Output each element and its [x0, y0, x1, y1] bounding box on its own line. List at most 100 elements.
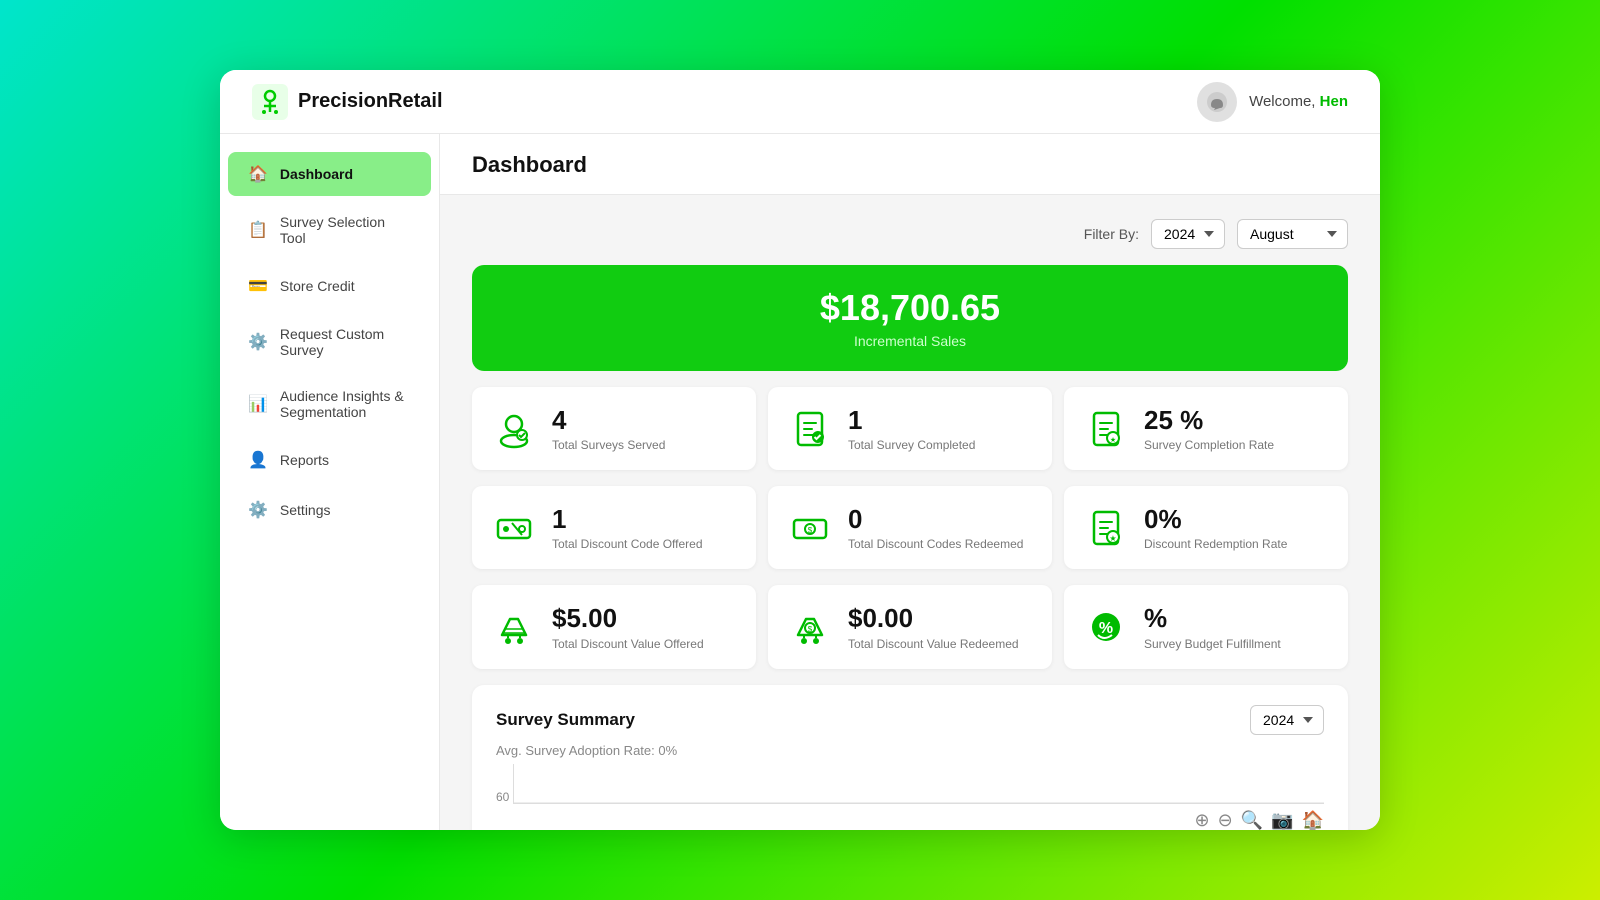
- content-area: Filter By: 2024 2023 2025 August January…: [440, 195, 1380, 830]
- chart-search-icon[interactable]: 🔍: [1241, 810, 1263, 830]
- stat-value-discount-code-offered: 1: [552, 504, 703, 535]
- sidebar-label-audience-insights: Audience Insights & Segmentation: [280, 388, 411, 420]
- chart-zoom-out-icon[interactable]: ⊖: [1218, 810, 1233, 830]
- header: PrecisionRetail Welcome, Hen: [220, 70, 1380, 134]
- stat-card-survey-completion-rate: ★ 25 % Survey Completion Rate: [1064, 387, 1348, 470]
- sidebar-item-dashboard[interactable]: 🏠 Dashboard: [228, 152, 431, 196]
- survey-summary-year-select[interactable]: 2024 2023 2025: [1250, 705, 1324, 735]
- stat-info-completion-rate: 25 % Survey Completion Rate: [1144, 405, 1274, 452]
- survey-summary-title: Survey Summary: [496, 710, 635, 730]
- stat-desc-discount-redemption-rate: Discount Redemption Rate: [1144, 537, 1287, 551]
- page-title: Dashboard: [472, 152, 1348, 194]
- svg-text:$: $: [808, 526, 813, 535]
- summary-header: Survey Summary 2024 2023 2025: [496, 705, 1324, 735]
- sidebar-label-request-custom-survey: Request Custom Survey: [280, 326, 411, 358]
- sidebar-label-survey-selection-tool: Survey Selection Tool: [280, 214, 411, 246]
- budget-fulfillment-icon: %: [1084, 605, 1128, 649]
- stats-grid-row1: 4 Total Surveys Served: [472, 387, 1348, 470]
- stat-desc-completion-rate: Survey Completion Rate: [1144, 438, 1274, 452]
- sidebar-item-request-custom-survey[interactable]: ⚙️ Request Custom Survey: [228, 314, 431, 370]
- stats-grid-row3: $5.00 Total Discount Value Offered: [472, 585, 1348, 668]
- body: 🏠 Dashboard 📋 Survey Selection Tool 💳 St…: [220, 134, 1380, 830]
- stat-info-discount-codes-redeemed: 0 Total Discount Codes Redeemed: [848, 504, 1023, 551]
- app-container: PrecisionRetail Welcome, Hen 🏠 Dashboard: [220, 70, 1380, 830]
- year-filter-select[interactable]: 2024 2023 2025: [1151, 219, 1225, 249]
- main-content: Dashboard Filter By: 2024 2023 2025 Augu…: [440, 134, 1380, 830]
- header-right: Welcome, Hen: [1197, 82, 1348, 122]
- stat-info-budget-fulfillment: % Survey Budget Fulfillment: [1144, 603, 1281, 650]
- stat-card-survey-budget-fulfillment: % % Survey Budget Fulfillment: [1064, 585, 1348, 668]
- stat-card-discount-codes-redeemed: $ 0 Total Discount Codes Redeemed: [768, 486, 1052, 569]
- chart-zoom-in-icon[interactable]: ⊕: [1195, 810, 1210, 830]
- stat-desc-discount-value-redeemed: Total Discount Value Redeemed: [848, 637, 1019, 651]
- welcome-text: Welcome, Hen: [1249, 93, 1348, 110]
- discount-value-offered-icon: [492, 605, 536, 649]
- stat-card-total-survey-completed: 1 Total Survey Completed: [768, 387, 1052, 470]
- chart-home-icon[interactable]: 🏠: [1302, 810, 1324, 830]
- stat-value-discount-value-redeemed: $0.00: [848, 603, 1019, 634]
- stat-desc-surveys-served: Total Surveys Served: [552, 438, 665, 452]
- custom-survey-icon: ⚙️: [248, 332, 268, 352]
- audience-icon: 📊: [248, 394, 268, 414]
- stat-desc-discount-codes-redeemed: Total Discount Codes Redeemed: [848, 537, 1023, 551]
- stats-grid-row2: 1 Total Discount Code Offered $: [472, 486, 1348, 569]
- sidebar-label-store-credit: Store Credit: [280, 278, 355, 294]
- stat-value-survey-completed: 1: [848, 405, 975, 436]
- discount-codes-redeemed-icon: $: [788, 506, 832, 550]
- stat-desc-discount-code-offered: Total Discount Code Offered: [552, 537, 703, 551]
- hero-card: $18,700.65 Incremental Sales: [472, 265, 1348, 371]
- stat-card-discount-code-offered: 1 Total Discount Code Offered: [472, 486, 756, 569]
- stat-desc-survey-completed: Total Survey Completed: [848, 438, 975, 452]
- user-avatar[interactable]: [1197, 82, 1237, 122]
- sidebar-item-settings[interactable]: ⚙️ Settings: [228, 488, 431, 532]
- month-filter-select[interactable]: August January February March April May …: [1237, 219, 1348, 249]
- sidebar: 🏠 Dashboard 📋 Survey Selection Tool 💳 St…: [220, 134, 440, 830]
- stat-card-total-surveys-served: 4 Total Surveys Served: [472, 387, 756, 470]
- stat-info-surveys-served: 4 Total Surveys Served: [552, 405, 665, 452]
- stat-info-discount-code-offered: 1 Total Discount Code Offered: [552, 504, 703, 551]
- welcome-prefix: Welcome,: [1249, 93, 1315, 110]
- stat-desc-budget-fulfillment: Survey Budget Fulfillment: [1144, 637, 1281, 651]
- svg-text:$: $: [808, 625, 813, 634]
- stat-value-completion-rate: 25 %: [1144, 405, 1274, 436]
- survey-tool-icon: 📋: [248, 220, 268, 240]
- completion-rate-icon: ★: [1084, 407, 1128, 451]
- stat-card-discount-value-redeemed: $ $0.00 Total Discount Value Redeemed: [768, 585, 1052, 668]
- stat-value-discount-redemption-rate: 0%: [1144, 504, 1287, 535]
- stat-value-discount-value-offered: $5.00: [552, 603, 704, 634]
- chart-y-label: 60: [496, 790, 509, 804]
- hero-label: Incremental Sales: [494, 333, 1326, 349]
- filter-bar: Filter By: 2024 2023 2025 August January…: [472, 219, 1348, 249]
- stat-card-discount-redemption-rate: ★ 0% Discount Redemption Rate: [1064, 486, 1348, 569]
- sidebar-label-settings: Settings: [280, 502, 331, 518]
- welcome-user: Hen: [1320, 93, 1348, 110]
- stat-value-discount-codes-redeemed: 0: [848, 504, 1023, 535]
- logo-icon: [252, 84, 288, 120]
- page-header: Dashboard: [440, 134, 1380, 195]
- logo-area: PrecisionRetail: [252, 84, 443, 120]
- svg-text:★: ★: [1110, 436, 1116, 444]
- stat-info-discount-value-redeemed: $0.00 Total Discount Value Redeemed: [848, 603, 1019, 650]
- stat-info-discount-value-offered: $5.00 Total Discount Value Offered: [552, 603, 704, 650]
- sidebar-label-dashboard: Dashboard: [280, 166, 353, 182]
- filter-by-label: Filter By:: [1084, 226, 1139, 242]
- sidebar-item-store-credit[interactable]: 💳 Store Credit: [228, 264, 431, 308]
- survey-summary-card: Survey Summary 2024 2023 2025 Avg. Surve…: [472, 685, 1348, 830]
- chart-camera-icon[interactable]: 📷: [1271, 810, 1293, 830]
- sidebar-item-audience-insights[interactable]: 📊 Audience Insights & Segmentation: [228, 376, 431, 432]
- stat-value-budget-fulfillment: %: [1144, 603, 1281, 634]
- discount-redemption-rate-icon: ★: [1084, 506, 1128, 550]
- app-name: PrecisionRetail: [298, 90, 443, 113]
- sidebar-label-reports: Reports: [280, 452, 329, 468]
- sidebar-item-survey-selection-tool[interactable]: 📋 Survey Selection Tool: [228, 202, 431, 258]
- home-icon: 🏠: [248, 164, 268, 184]
- stat-value-surveys-served: 4: [552, 405, 665, 436]
- hero-value: $18,700.65: [494, 287, 1326, 329]
- settings-icon: ⚙️: [248, 500, 268, 520]
- sidebar-item-reports[interactable]: 👤 Reports: [228, 438, 431, 482]
- reports-icon: 👤: [248, 450, 268, 470]
- surveys-served-icon: [492, 407, 536, 451]
- avg-adoption-label: Avg. Survey Adoption Rate: 0%: [496, 743, 1324, 758]
- message-icon: [1206, 91, 1228, 113]
- discount-code-offered-icon: [492, 506, 536, 550]
